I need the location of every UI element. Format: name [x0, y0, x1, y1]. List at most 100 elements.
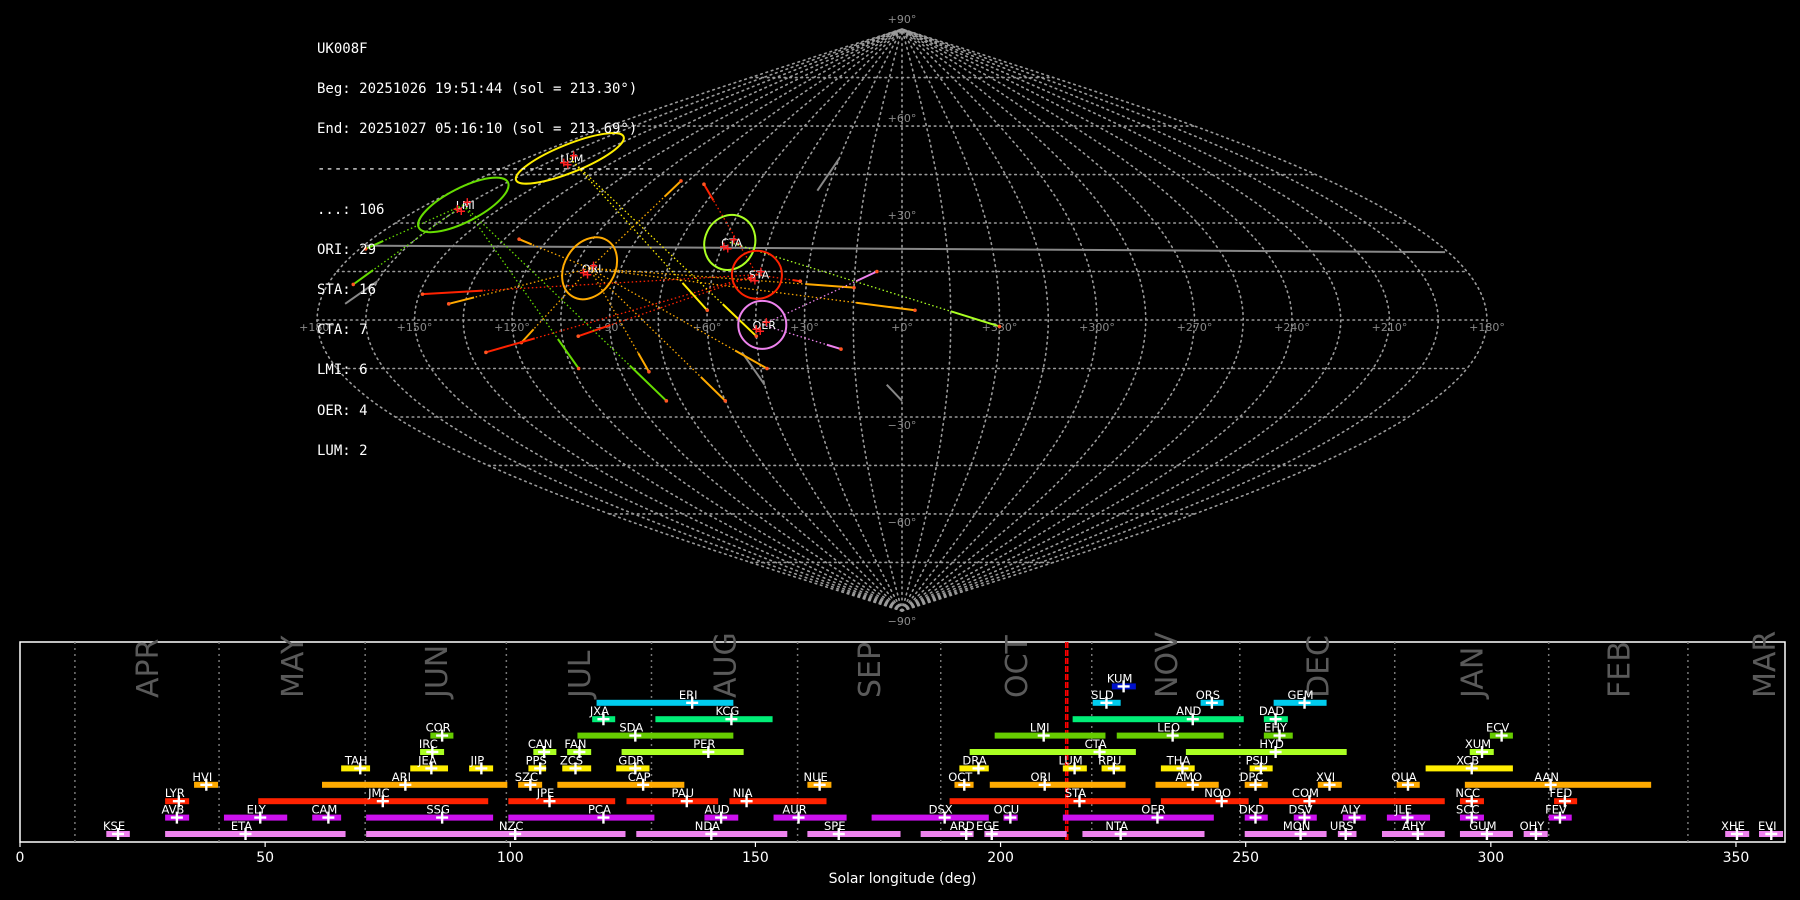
- shower-label: NCC: [1455, 786, 1480, 800]
- shower-activity-bar: [341, 765, 371, 772]
- month-label: DEC: [1301, 635, 1336, 698]
- count-ori: ORI: 29: [317, 241, 377, 258]
- shower-peak-marker: [569, 762, 582, 775]
- lon-tick-label: +210°: [1372, 321, 1408, 334]
- shower-label: DAD: [1259, 704, 1285, 718]
- meteor-end-point: [705, 308, 710, 313]
- meteor-track: [663, 180, 682, 198]
- radiant-meteor-marker: +: [750, 274, 760, 288]
- shower-activity-bar: [1759, 831, 1784, 837]
- count-sporadic: ...: 106: [317, 201, 385, 218]
- shower-activity-bar: [1111, 683, 1136, 690]
- x-tick-label: 350: [1723, 850, 1750, 866]
- shower-peak-marker: [629, 762, 642, 775]
- shower-peak-marker: [680, 795, 693, 808]
- shower-activity-bar: [1342, 814, 1366, 821]
- shower-peak-marker: [1401, 778, 1414, 791]
- shower-label: DRA: [962, 753, 986, 767]
- count-lmi: LMI: 6: [317, 362, 368, 379]
- sporadic-meteor-track: [886, 383, 903, 402]
- shower-label: ELY: [247, 803, 267, 817]
- shower-peak-marker: [509, 828, 522, 840]
- shower-activity-bar: [1554, 798, 1578, 805]
- shower-activity-bar: [636, 831, 788, 837]
- count-oer: OER: 4: [317, 402, 368, 419]
- meteor-end-point: [664, 399, 669, 403]
- shower-peak-marker: [475, 762, 488, 775]
- shower-activity-bar: [989, 781, 1126, 788]
- lon-tick-label: +180°: [1469, 321, 1505, 334]
- meteor-end-point: [679, 179, 683, 183]
- shower-activity-bar: [420, 749, 445, 755]
- end-time: End: 20251027 05:16:10 (sol = 213.69°): [317, 121, 638, 138]
- shower-activity-bar: [1244, 781, 1268, 788]
- shower-activity-bar: [557, 781, 685, 788]
- shower-peak-marker: [1073, 795, 1086, 808]
- shower-peak-marker: [1730, 828, 1743, 840]
- shower-label: THA: [1166, 753, 1191, 767]
- lon-tick-label: +300°: [1079, 321, 1115, 334]
- shower-activity-bar: [1263, 732, 1293, 739]
- shower-activity-bar: [1523, 831, 1548, 837]
- meteor-track: [856, 301, 916, 312]
- meteor-track: [826, 343, 842, 351]
- meteor-end-point: [839, 347, 843, 351]
- shower-label: EVI: [1758, 819, 1777, 833]
- shower-activity-bar: [518, 781, 543, 788]
- shower-activity-bar: [312, 814, 342, 821]
- shower-label: XVI: [1316, 770, 1335, 784]
- shower-label: ALY: [1341, 803, 1362, 817]
- shower-activity-bar: [366, 814, 494, 821]
- shower-label: COR: [426, 721, 451, 735]
- radiant-meteor-marker: +: [723, 241, 733, 255]
- shower-label: NOO: [1204, 786, 1231, 800]
- shower-peak-marker: [543, 795, 556, 808]
- shower-peak-marker: [524, 778, 537, 791]
- shower-activity-bar: [954, 781, 974, 788]
- lon-tick-label: +240°: [1274, 321, 1310, 334]
- lat-tick-label: +30°: [888, 209, 917, 222]
- shower-peak-marker: [170, 811, 183, 824]
- shower-peak-marker: [1068, 762, 1081, 775]
- shower-peak-marker: [239, 828, 252, 840]
- shower-activity-bar: [1317, 781, 1342, 788]
- shower-label: AMO: [1175, 770, 1202, 784]
- shower-peak-marker: [1100, 696, 1113, 709]
- shower-label: FED: [1549, 786, 1572, 800]
- shower-label: MON: [1283, 819, 1311, 833]
- shower-peak-marker: [1323, 778, 1336, 791]
- radiant-meteor-marker: +: [755, 324, 765, 338]
- lon-tick-label: +0°: [891, 321, 913, 334]
- shower-peak-marker: [972, 762, 985, 775]
- shower-activity-bar: [1293, 814, 1317, 821]
- shower-peak-marker: [1303, 795, 1316, 808]
- shower-label: ERI: [679, 688, 698, 702]
- shower-label: PPS: [526, 753, 547, 767]
- separator: ----------------------------------------: [317, 161, 655, 178]
- shower-peak-marker: [1298, 811, 1311, 824]
- shower-label: GDR: [618, 753, 644, 767]
- shower-activity-bar: [704, 814, 739, 821]
- shower-label: DSV: [1289, 803, 1313, 817]
- shower-label: AUD: [705, 803, 730, 817]
- shower-label: GEM: [1287, 688, 1313, 702]
- shower-peak-marker: [985, 828, 998, 840]
- month-label: OCT: [1000, 634, 1035, 698]
- x-tick-label: 50: [256, 850, 274, 866]
- meteor-end-point: [913, 308, 917, 313]
- shower-peak-marker: [112, 828, 125, 840]
- shower-label: SSG: [426, 803, 450, 817]
- shower-activity-bar: [194, 781, 219, 788]
- shower-label: ORS: [1196, 688, 1220, 702]
- shower-label: DSX: [929, 803, 953, 817]
- shower-peak-marker: [322, 811, 335, 824]
- shower-label: ARI: [392, 770, 411, 784]
- shower-activity-bar: [807, 781, 832, 788]
- lon-tick-label: +30°: [790, 321, 819, 334]
- month-label: MAR: [1748, 631, 1783, 698]
- shower-label: JIP: [469, 753, 484, 767]
- lon-tick-label: +60°: [693, 321, 722, 334]
- shower-peak-marker: [1004, 811, 1017, 824]
- shower-label: ARD: [950, 819, 975, 833]
- shower-peak-marker: [740, 795, 753, 808]
